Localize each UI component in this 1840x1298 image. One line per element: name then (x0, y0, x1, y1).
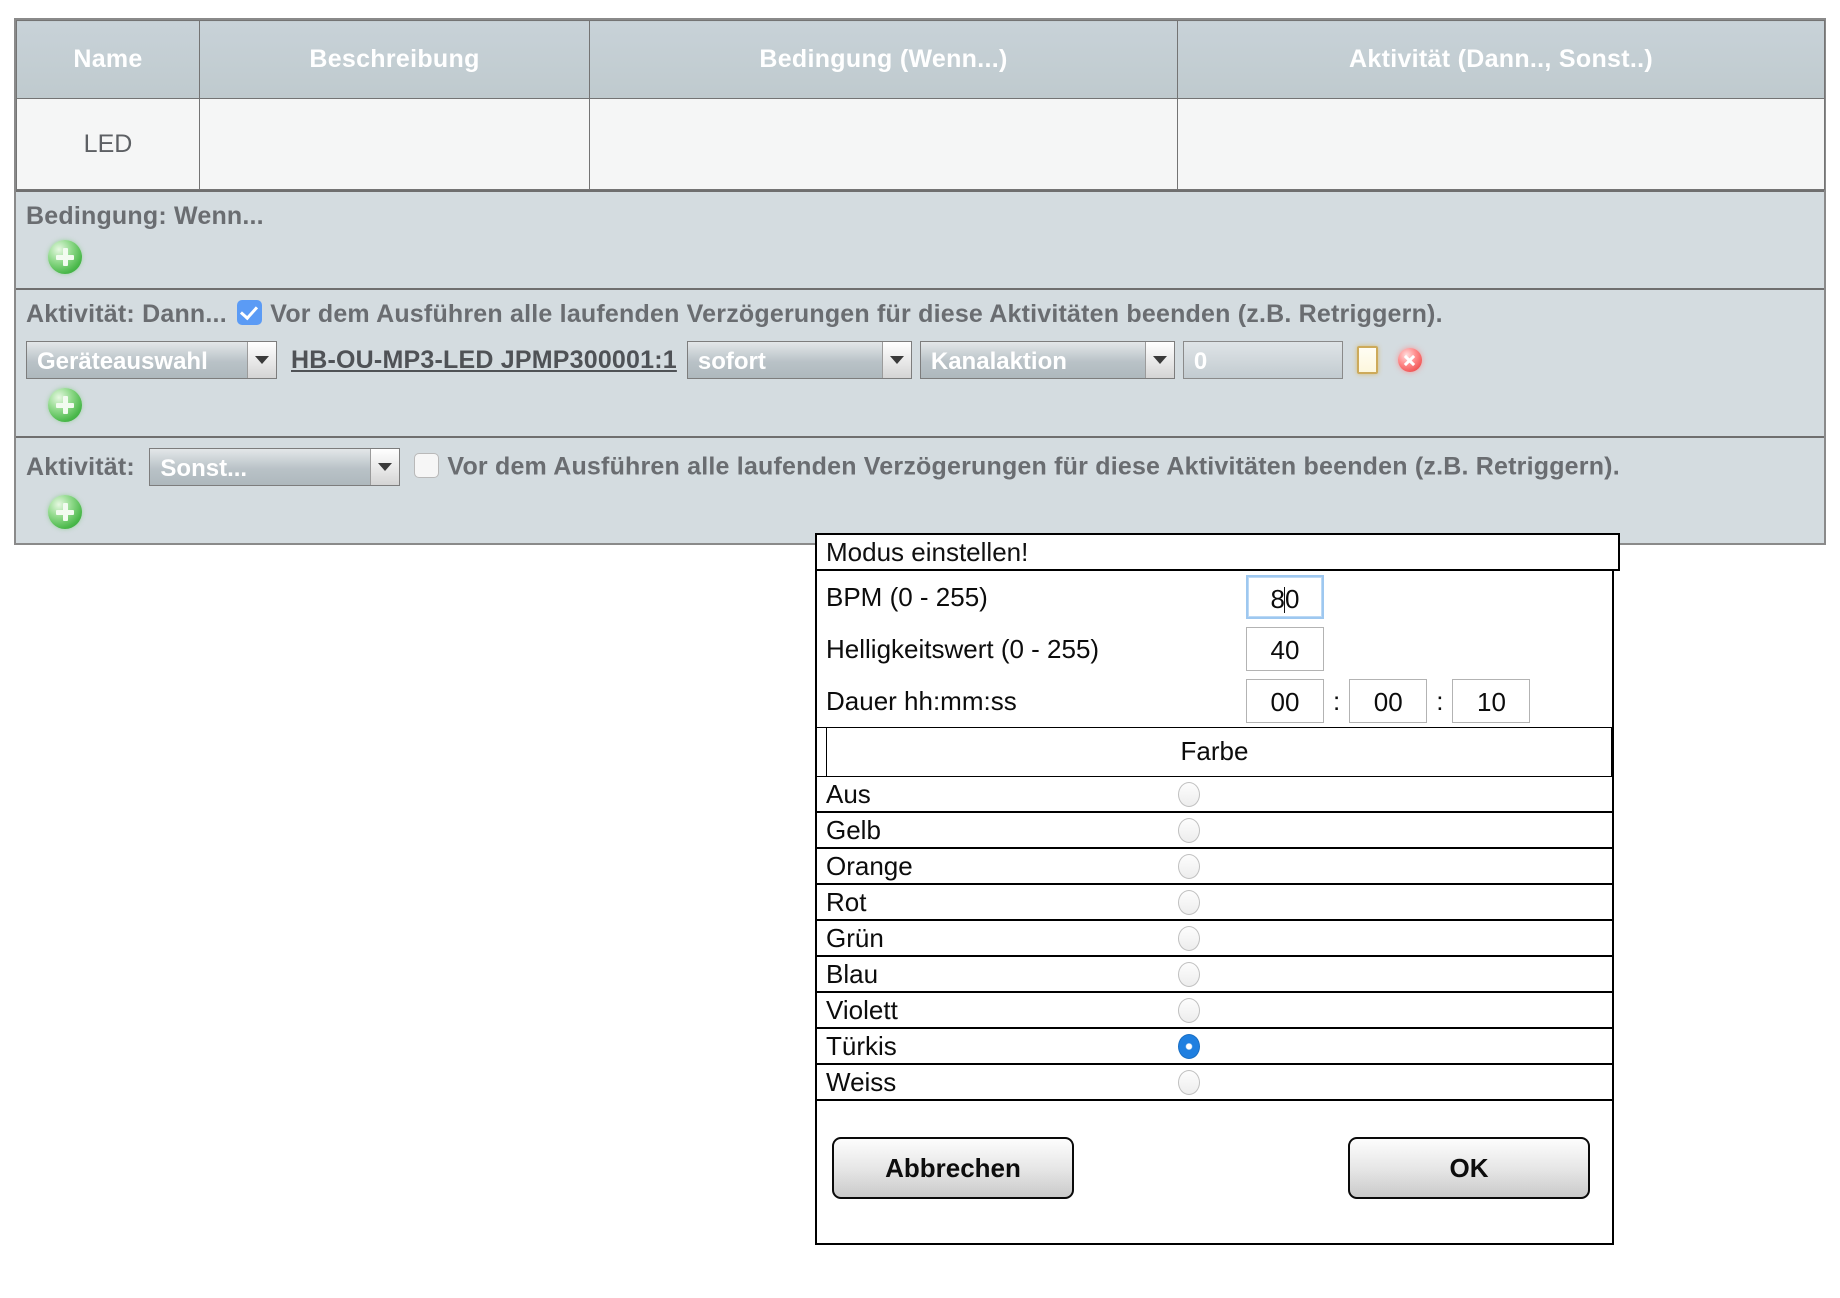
duration-hours-input[interactable]: 00 (1246, 679, 1324, 723)
bpm-input[interactable]: 80 (1246, 575, 1324, 619)
column-header-bedingung: Bedingung (Wenn...) (589, 20, 1178, 99)
bpm-input-value: 80 (1270, 584, 1300, 614)
else-mode-select[interactable]: Sonst... (149, 448, 401, 486)
duration-seconds-input[interactable]: 10 (1452, 679, 1531, 723)
cell-beschreibung[interactable] (199, 98, 590, 190)
text-caret (1284, 587, 1285, 613)
color-option-label: Blau (826, 958, 879, 989)
color-radio-orange[interactable] (1178, 853, 1200, 879)
action-select[interactable]: Kanalaktion (919, 341, 1175, 379)
color-option-label: Orange (826, 850, 913, 881)
color-option-list: Aus Gelb Orange Rot Grün Blau Violett Türkis Wei… (817, 777, 1612, 1101)
condition-section: Bedingung: Wenn... (16, 190, 1824, 288)
color-radio-violett[interactable] (1178, 997, 1200, 1023)
cell-bedingung[interactable] (589, 98, 1178, 190)
device-select[interactable]: Geräteauswahl (26, 341, 277, 379)
timing-select[interactable]: sofort (686, 341, 912, 379)
color-column-header: Farbe (817, 727, 1612, 777)
color-option-label: Violett (826, 994, 898, 1025)
color-option-label: Türkis (826, 1030, 897, 1061)
bpm-label: BPM (0 - 255) (826, 581, 988, 612)
color-option-row[interactable]: Orange (817, 849, 1612, 885)
add-then-activity-icon[interactable] (48, 388, 82, 422)
dialog-title: Modus einstellen! (826, 536, 1029, 567)
brightness-field-row: Helligkeitswert (0 - 255) 40 (817, 623, 1612, 675)
table-row[interactable]: LED (16, 98, 1825, 190)
then-section-label: Aktivität: Dann... (26, 300, 227, 328)
cell-aktivitaet[interactable] (1177, 98, 1825, 190)
condition-section-label: Bedingung: Wenn... (26, 202, 264, 230)
action-value-input[interactable]: 0 (1182, 341, 1343, 379)
chevron-down-icon[interactable] (370, 449, 400, 485)
color-radio-blau[interactable] (1178, 961, 1200, 987)
color-radio-weiss[interactable] (1178, 1069, 1200, 1095)
duration-separator-1: : (1333, 685, 1341, 716)
cancel-button[interactable]: Abbrechen (832, 1137, 1074, 1199)
duration-separator-2: : (1436, 685, 1444, 716)
chevron-down-icon[interactable] (247, 342, 276, 378)
else-section-label: Aktivität: (26, 452, 135, 481)
color-radio-gelb[interactable] (1178, 817, 1200, 843)
color-option-label: Grün (826, 922, 884, 953)
retrigger-checkbox-label-else: Vor dem Ausführen alle laufenden Verzöge… (447, 452, 1620, 481)
device-select-label: Geräteauswahl (37, 347, 208, 375)
rules-table: Name Beschreibung Bedingung (Wenn...) Ak… (16, 20, 1825, 190)
else-mode-select-label: Sonst... (160, 454, 248, 482)
cell-name[interactable]: LED (16, 98, 200, 190)
retrigger-checkbox-else[interactable] (414, 452, 440, 478)
color-option-row[interactable]: Grün (817, 921, 1612, 957)
color-option-label: Weiss (826, 1066, 897, 1097)
brightness-input[interactable]: 40 (1246, 627, 1324, 671)
color-radio-türkis[interactable] (1178, 1033, 1200, 1059)
retrigger-checkbox-then[interactable] (237, 300, 263, 325)
duration-label: Dauer hh:mm:ss (826, 685, 1017, 716)
color-option-row[interactable]: Weiss (817, 1065, 1612, 1101)
color-option-row[interactable]: Blau (817, 957, 1612, 993)
then-activity-section: Aktivität: Dann... Vor dem Ausführen all… (16, 288, 1824, 436)
duration-field-row: Dauer hh:mm:ss 00 : 00 : 10 (817, 675, 1612, 727)
color-option-label: Rot (826, 886, 867, 917)
chevron-down-icon[interactable] (1144, 342, 1174, 378)
action-select-label: Kanalaktion (930, 347, 1067, 375)
delete-icon[interactable] (1397, 348, 1422, 372)
color-option-label: Gelb (826, 814, 881, 845)
copy-icon[interactable] (1356, 346, 1378, 374)
add-else-activity-icon[interactable] (48, 495, 82, 529)
duration-minutes-input[interactable]: 00 (1349, 679, 1428, 723)
ok-button[interactable]: OK (1348, 1137, 1590, 1199)
color-option-row[interactable]: Rot (817, 885, 1612, 921)
row-action-icons (1356, 346, 1422, 374)
retrigger-checkbox-label-then: Vor dem Ausführen alle laufenden Verzöge… (270, 300, 1443, 328)
table-header-row: Name Beschreibung Bedingung (Wenn...) Ak… (16, 20, 1825, 99)
color-option-row[interactable]: Türkis (817, 1029, 1612, 1065)
dialog-button-bar: Abbrechen OK (817, 1101, 1612, 1243)
color-option-row[interactable]: Aus (817, 777, 1612, 813)
color-option-label: Aus (826, 778, 871, 809)
add-condition-icon[interactable] (48, 240, 82, 274)
color-option-row[interactable]: Violett (817, 993, 1612, 1029)
bpm-field-row: BPM (0 - 255) 80 (817, 571, 1612, 623)
column-header-aktivitaet: Aktivität (Dann.., Sonst..) (1177, 20, 1825, 99)
brightness-label: Helligkeitswert (0 - 255) (826, 633, 1100, 664)
rule-editor-panel: Name Beschreibung Bedingung (Wenn...) Ak… (14, 18, 1826, 545)
device-name-link[interactable]: HB-OU-MP3-LED JPMP300001:1 (291, 346, 677, 374)
chevron-down-icon[interactable] (881, 342, 911, 378)
color-radio-grün[interactable] (1178, 925, 1200, 951)
timing-select-label: sofort (697, 347, 766, 375)
color-option-row[interactable]: Gelb (817, 813, 1612, 849)
dialog-body: BPM (0 - 255) 80 Helligkeitswert (0 - 25… (815, 571, 1614, 1245)
column-header-name: Name (16, 20, 200, 99)
column-header-beschreibung: Beschreibung (199, 20, 590, 99)
dialog-titlebar: Modus einstellen! (815, 533, 1620, 571)
mode-settings-dialog: Modus einstellen! BPM (0 - 255) 80 Helli… (815, 533, 1620, 1245)
color-radio-aus[interactable] (1178, 781, 1200, 807)
else-activity-section: Aktivität: Sonst... Vor dem Ausführen al… (16, 436, 1824, 543)
color-radio-rot[interactable] (1178, 889, 1200, 915)
